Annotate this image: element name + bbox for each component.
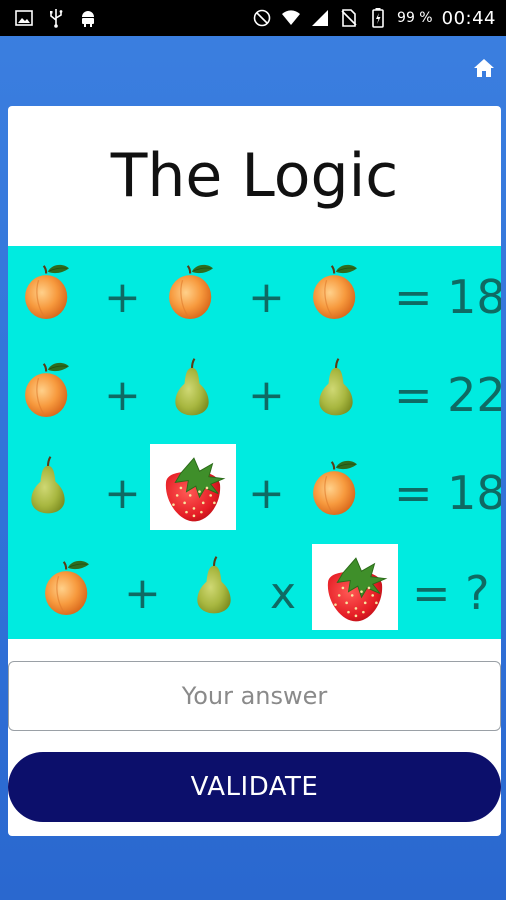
home-icon: [474, 59, 494, 77]
equation-result: = 22: [394, 368, 501, 422]
dnd-icon: [252, 8, 272, 28]
pear-icon: [192, 550, 236, 620]
equation-result: = 18: [394, 270, 501, 324]
pear-icon: [314, 352, 358, 422]
home-button[interactable]: [472, 56, 496, 80]
page-title: The Logic: [110, 141, 399, 211]
image-icon: [14, 8, 34, 28]
apricot-icon: [308, 256, 362, 328]
equation-result: = ?: [412, 566, 490, 620]
status-time: 00:44: [441, 7, 496, 29]
wifi-icon: [281, 8, 301, 28]
usb-icon: [46, 8, 66, 28]
status-right: 99 % 00:44: [252, 8, 496, 29]
operator: +: [104, 272, 141, 323]
operator: +: [104, 370, 141, 421]
strawberry-icon: [312, 544, 398, 630]
operator: +: [248, 370, 285, 421]
status-bar: 99 % 00:44: [0, 0, 506, 36]
validate-button[interactable]: VALIDATE: [8, 752, 501, 822]
operator: x: [270, 568, 297, 619]
equation-row: + x = ?: [8, 542, 501, 638]
equation-row: + + = 18: [8, 246, 501, 342]
operator: +: [104, 468, 141, 519]
apricot-icon: [20, 354, 74, 426]
apricot-icon: [164, 256, 218, 328]
apricot-icon: [308, 452, 362, 524]
android-icon: [78, 8, 98, 28]
status-left: [14, 8, 98, 28]
equation-row: + + = 22: [8, 344, 501, 440]
signal-icon: [310, 8, 330, 28]
equation-result: = 18: [394, 466, 501, 520]
battery-percent: 99 %: [397, 10, 433, 26]
apricot-icon: [40, 552, 94, 624]
pear-icon: [170, 352, 214, 422]
operator: +: [248, 468, 285, 519]
answer-input[interactable]: [8, 661, 501, 731]
operator: +: [248, 272, 285, 323]
operator: +: [124, 568, 161, 619]
no-sim-icon: [339, 8, 359, 28]
equation-row: + + = 18: [8, 442, 501, 538]
puzzle-area: + + = 18 + + = 22 + + = 18 + x = ?: [8, 246, 501, 639]
apricot-icon: [20, 256, 74, 328]
strawberry-icon: [150, 444, 236, 530]
puzzle-card: The Logic + + = 18 + + = 22 + + = 18 + x…: [8, 106, 501, 836]
battery-charging-icon: [368, 8, 388, 28]
app-bar: [0, 36, 506, 100]
pear-icon: [26, 450, 70, 520]
